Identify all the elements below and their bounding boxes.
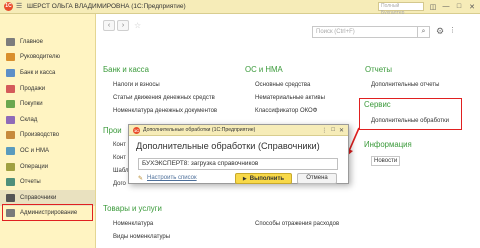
sidebar-item-label: Руководителю xyxy=(20,54,61,61)
sidebar-item-label: Склад xyxy=(20,116,38,123)
link-money-documents[interactable]: Номенклатура денежных документов xyxy=(113,108,217,114)
gear-icon[interactable]: ⚙ xyxy=(436,26,444,37)
bank-icon xyxy=(6,68,15,77)
forward-button[interactable]: › xyxy=(117,19,129,31)
link-intangible-assets[interactable]: Нематериальные активы xyxy=(255,95,325,101)
sidebar-item-label: Покупки xyxy=(20,101,43,108)
sidebar-item-label: Операции xyxy=(20,163,49,170)
link-expense-methods[interactable]: Способы отражения расходов xyxy=(255,221,339,227)
link-okof[interactable]: Классификатор ОКОФ xyxy=(255,108,317,114)
settings-link-icon: ✎ xyxy=(138,176,144,182)
sidebar-item-manager[interactable]: Руководителю xyxy=(0,50,95,66)
sidebar-item-sales[interactable]: Продажи xyxy=(0,81,95,97)
sidebar-item-bank[interactable]: Банк и касса xyxy=(0,65,95,81)
execute-button[interactable]: ▶ Выполнить xyxy=(235,173,292,184)
os-nma-icon xyxy=(6,146,15,155)
section-os-title[interactable]: ОС и НМА xyxy=(245,65,283,74)
dialog-close-icon[interactable]: ✕ xyxy=(339,127,344,134)
close-icon[interactable]: ✕ xyxy=(468,3,476,11)
sidebar-item-os-nma[interactable]: ОС и НМА xyxy=(0,143,95,159)
sidebar-item-reports[interactable]: Отчеты xyxy=(0,174,95,190)
app-logo-icon: 1С xyxy=(4,2,13,11)
operations-icon xyxy=(6,162,15,171)
dialog-bar-title: Дополнительные обработки (1С:Предприятие… xyxy=(143,127,256,133)
cancel-button[interactable]: Отмена xyxy=(297,173,337,184)
minimize-icon[interactable]: — xyxy=(442,3,450,10)
sidebar-item-operations[interactable]: Операции xyxy=(0,159,95,175)
window-titlebar: 1С ☰ ШЕРСТ ОЛЬГА ВЛАДИМИРОВНА (1С:Предпр… xyxy=(0,0,480,16)
sales-icon xyxy=(6,84,15,93)
sidebar-item-purchases[interactable]: Покупки xyxy=(0,96,95,112)
section-goods-title[interactable]: Товары и услуги xyxy=(103,204,162,213)
sidebar-item-label: ОС и НМА xyxy=(20,147,50,154)
link-partial-1[interactable]: Конт xyxy=(113,142,126,148)
section-info-title[interactable]: Информация xyxy=(364,140,412,149)
sidebar-item-label: Справочники xyxy=(20,194,57,201)
highlight-spravochniki xyxy=(2,204,93,221)
sidebar-item-label: Отчеты xyxy=(20,179,41,186)
dialog-maximize-icon[interactable]: □ xyxy=(331,127,335,134)
link-extra-reports[interactable]: Дополнительные отчеты xyxy=(371,82,439,88)
reports-icon xyxy=(6,178,15,187)
manager-icon xyxy=(6,53,15,62)
link-partial-3[interactable]: Шабл xyxy=(113,168,129,174)
extra-processing-dialog: 1С Дополнительные обработки (1С:Предприя… xyxy=(128,124,349,184)
section-bank-title[interactable]: Банк и касса xyxy=(103,65,149,74)
sidebar-item-main[interactable]: Главное xyxy=(0,34,95,50)
directories-icon xyxy=(6,193,15,202)
configure-list-link[interactable]: Настроить список xyxy=(147,175,197,181)
more-icon[interactable]: ⋮ xyxy=(449,26,457,34)
section-reports-title[interactable]: Отчеты xyxy=(365,65,392,74)
dialog-logo-icon: 1С xyxy=(133,126,140,134)
link-partial-4[interactable]: Дого xyxy=(113,181,126,187)
link-fixed-assets[interactable]: Основные средства xyxy=(255,82,310,88)
production-icon xyxy=(6,131,15,140)
sidebar-item-warehouse[interactable]: Склад xyxy=(0,112,95,128)
maximize-icon[interactable]: □ xyxy=(455,3,463,10)
execute-button-label: Выполнить xyxy=(249,175,285,182)
play-icon: ▶ xyxy=(242,175,247,182)
favorite-star-icon[interactable]: ☆ xyxy=(134,21,141,30)
dialog-title: Дополнительные обработки (Справочники) xyxy=(136,141,320,151)
restore-icon[interactable]: ◫ xyxy=(429,3,437,11)
section-production-title[interactable]: Прои xyxy=(103,126,122,135)
back-button[interactable]: ‹ xyxy=(103,19,115,31)
processing-select-field[interactable]: БУХЭКСПЕРТ8: загрузка справочников xyxy=(138,158,338,170)
link-nomenclature[interactable]: Номенклатура xyxy=(113,221,153,227)
sidebar-item-label: Главное xyxy=(20,38,43,45)
link-taxes[interactable]: Налоги и взносы xyxy=(113,82,160,88)
purchases-icon xyxy=(6,100,15,109)
sidebar-item-label: Банк и касса xyxy=(20,69,56,76)
link-cashflow-items[interactable]: Статьи движения денежных средств xyxy=(113,95,215,101)
sidebar-item-label: Продажи xyxy=(20,85,46,92)
sidebar-item-production[interactable]: Производство xyxy=(0,128,95,144)
menu-icon[interactable]: ☰ xyxy=(16,3,24,11)
sidebar-item-label: Производство xyxy=(20,132,60,139)
link-nomenclature-types[interactable]: Виды номенклатуры xyxy=(113,234,170,240)
highlight-service xyxy=(359,98,462,130)
link-news[interactable]: Новости xyxy=(371,156,401,166)
search-input[interactable]: Поиск (Ctrl+F) xyxy=(312,26,418,38)
titlebar-search-input[interactable]: Полный Бухгалтер xyxy=(378,2,424,16)
dialog-titlebar: 1С Дополнительные обработки (1С:Предприя… xyxy=(129,125,348,136)
search-icon[interactable]: ⌕ xyxy=(418,26,430,38)
window-title: ШЕРСТ ОЛЬГА ВЛАДИМИРОВНА (1С:Предприятие… xyxy=(27,3,186,10)
warehouse-icon xyxy=(6,115,15,124)
main-icon xyxy=(6,37,15,46)
link-partial-2[interactable]: Конт xyxy=(113,155,126,161)
dialog-more-icon[interactable]: ⋮ xyxy=(321,127,327,134)
